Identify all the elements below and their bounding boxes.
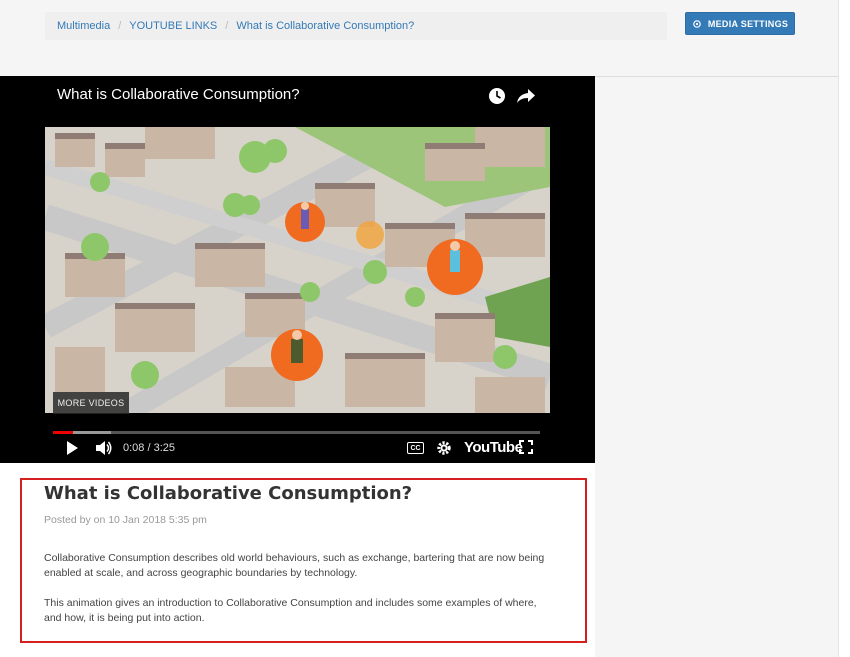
- post-paragraph: Collaborative Consumption describes old …: [44, 552, 545, 579]
- volume-icon[interactable]: [95, 440, 113, 456]
- breadcrumb: Multimedia / YOUTUBE LINKS / What is Col…: [45, 12, 667, 40]
- video-player[interactable]: What is Collaborative Consumption? MORE …: [0, 76, 595, 463]
- post-title: What is Collaborative Consumption?: [44, 483, 413, 504]
- captions-label: CC: [410, 444, 421, 452]
- share-icon[interactable]: [516, 87, 536, 105]
- captions-icon[interactable]: CC: [407, 442, 424, 454]
- player-controls: 0:08 / 3:25 CC YouTube: [0, 438, 595, 460]
- post-meta: Posted by on 10 Jan 2018 5:35 pm: [44, 514, 207, 526]
- settings-gear-icon[interactable]: [436, 440, 452, 456]
- video-title[interactable]: What is Collaborative Consumption?: [57, 86, 300, 103]
- person-bubble-1: [285, 202, 325, 242]
- breadcrumb-multimedia[interactable]: Multimedia: [57, 20, 110, 32]
- breadcrumb-separator: /: [118, 20, 122, 32]
- breadcrumb-separator: /: [225, 20, 229, 32]
- watch-later-icon[interactable]: [488, 87, 506, 105]
- fullscreen-icon[interactable]: [519, 440, 533, 454]
- video-frame-illustration: [45, 127, 550, 413]
- breadcrumb-youtube-links[interactable]: YOUTUBE LINKS: [129, 20, 217, 32]
- youtube-logo[interactable]: YouTube: [464, 439, 523, 456]
- play-icon[interactable]: [65, 440, 79, 456]
- progress-bar[interactable]: [53, 431, 540, 434]
- media-settings-label: MEDIA SETTINGS: [707, 18, 789, 29]
- more-videos-button[interactable]: MORE VIDEOS: [53, 392, 129, 414]
- post-paragraph: This animation gives an introduction to …: [44, 597, 537, 624]
- page-scrollbar[interactable]: [838, 0, 850, 657]
- media-settings-button[interactable]: MEDIA SETTINGS: [685, 12, 795, 35]
- gear-icon: [693, 19, 701, 28]
- video-thumbnail[interactable]: [45, 127, 550, 413]
- progress-played: [53, 431, 73, 434]
- breadcrumb-current-page[interactable]: What is Collaborative Consumption?: [236, 20, 414, 32]
- time-display: 0:08 / 3:25: [123, 442, 175, 454]
- sidebar: [595, 77, 838, 657]
